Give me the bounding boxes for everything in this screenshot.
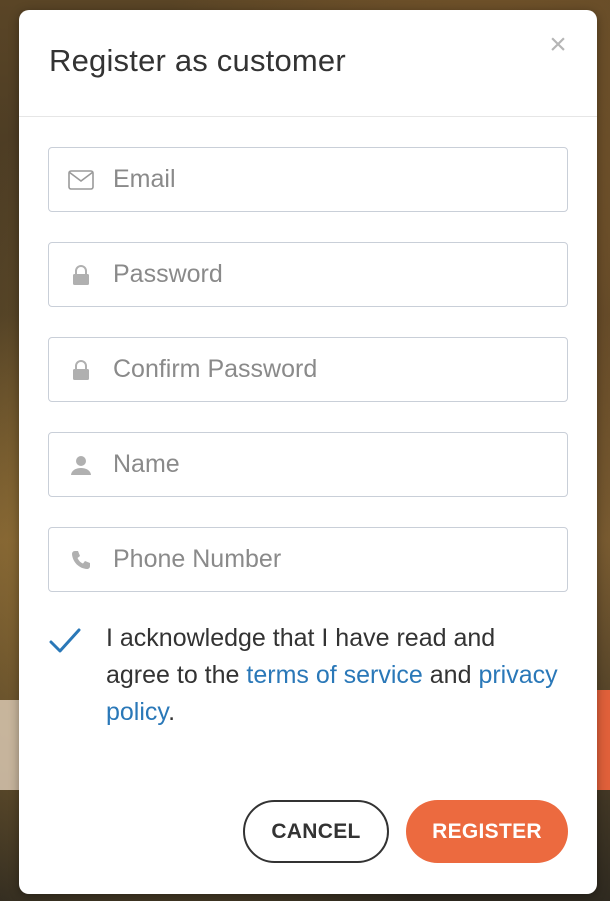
user-icon bbox=[67, 453, 95, 477]
terms-agreement: I acknowledge that I have read and agree… bbox=[48, 620, 568, 730]
email-field[interactable] bbox=[48, 147, 568, 212]
agreement-text-after: . bbox=[168, 698, 176, 726]
phone-icon bbox=[67, 548, 95, 572]
register-modal: Register as customer × Email Name Phone … bbox=[19, 10, 597, 894]
confirm-password-field[interactable] bbox=[48, 337, 568, 402]
envelope-icon bbox=[67, 168, 95, 192]
checkmark-icon bbox=[49, 628, 81, 653]
agreement-text: I acknowledge that I have read and agree… bbox=[106, 620, 566, 731]
close-button[interactable]: × bbox=[545, 30, 571, 60]
modal-header: Register as customer × bbox=[19, 10, 597, 117]
email-input[interactable] bbox=[113, 148, 553, 211]
lock-icon bbox=[67, 358, 95, 382]
name-input[interactable] bbox=[113, 433, 553, 496]
lock-icon bbox=[67, 263, 95, 287]
terms-of-service-link[interactable]: terms of service bbox=[246, 661, 422, 689]
register-button[interactable]: REGISTER bbox=[406, 800, 568, 863]
name-field[interactable] bbox=[48, 432, 568, 497]
password-field[interactable] bbox=[48, 242, 568, 307]
cancel-button[interactable]: CANCEL bbox=[243, 800, 389, 863]
modal-title: Register as customer bbox=[49, 43, 346, 78]
phone-input[interactable] bbox=[113, 528, 553, 591]
password-input[interactable] bbox=[113, 243, 553, 306]
close-icon: × bbox=[549, 28, 567, 61]
agree-checkbox[interactable] bbox=[48, 626, 82, 656]
agreement-text-middle: and bbox=[422, 661, 479, 689]
registration-form bbox=[48, 147, 568, 622]
phone-field[interactable] bbox=[48, 527, 568, 592]
confirm-password-input[interactable] bbox=[113, 338, 553, 401]
